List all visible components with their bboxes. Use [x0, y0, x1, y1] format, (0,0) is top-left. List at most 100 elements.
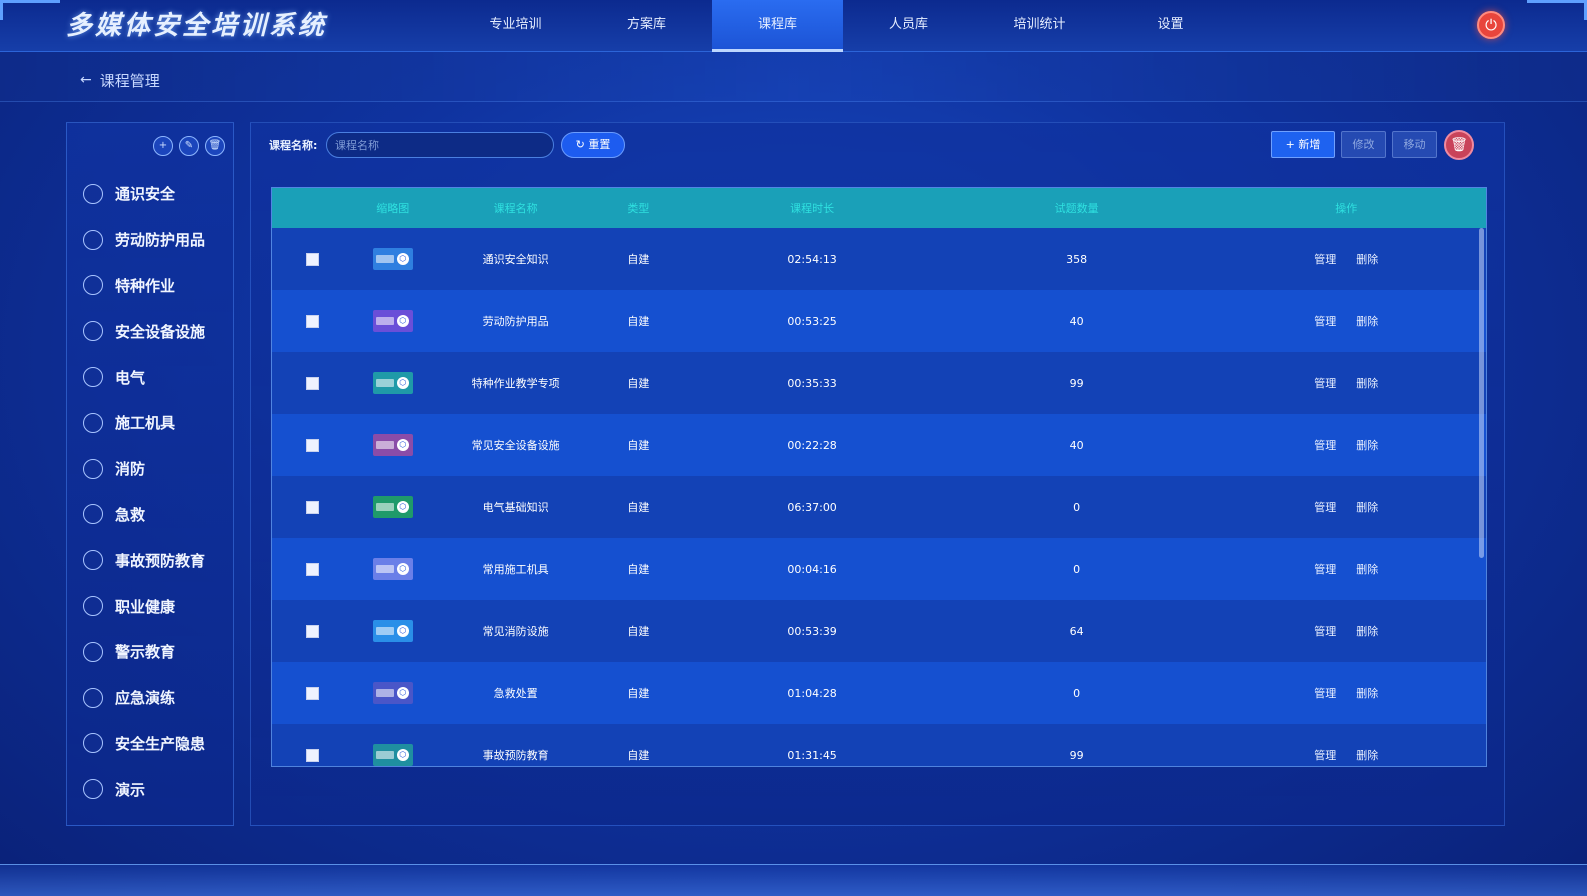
delete-link[interactable]: 删除: [1356, 499, 1378, 515]
shield-icon: ⬡: [396, 749, 409, 761]
course-duration: 02:54:13: [787, 252, 837, 266]
manage-link[interactable]: 管理: [1314, 685, 1336, 701]
tab-settings[interactable]: 设置: [1105, 0, 1236, 52]
delete-category-icon[interactable]: 🗑: [205, 136, 225, 156]
row-checkbox[interactable]: [306, 314, 320, 328]
table-scrollbar[interactable]: [1479, 228, 1484, 558]
header-corner-left: [0, 0, 60, 20]
category-list: 通识安全 劳动防护用品 特种作业 安全设备设施 电气 施工机具 消防 急救 事故…: [83, 171, 205, 812]
radio-button[interactable]: [83, 550, 103, 571]
category-item[interactable]: 应急演练: [83, 675, 205, 721]
manage-link[interactable]: 管理: [1314, 747, 1336, 763]
radio-button[interactable]: [83, 275, 103, 296]
manage-link[interactable]: 管理: [1314, 561, 1336, 577]
manage-link[interactable]: 管理: [1314, 251, 1336, 267]
manage-link[interactable]: 管理: [1314, 313, 1336, 329]
radio-button[interactable]: [83, 367, 103, 388]
manage-link[interactable]: 管理: [1314, 375, 1336, 391]
row-checkbox[interactable]: [306, 562, 320, 576]
manage-link[interactable]: 管理: [1314, 499, 1336, 515]
row-select: [272, 438, 354, 452]
radio-button[interactable]: [83, 733, 103, 754]
delete-link[interactable]: 删除: [1356, 437, 1378, 453]
bottom-frame: [0, 864, 1587, 896]
add-course-button[interactable]: + 新增: [1271, 131, 1335, 158]
delete-link[interactable]: 删除: [1356, 561, 1378, 577]
tab-plan-library[interactable]: 方案库: [581, 0, 712, 52]
page-title: 课程管理: [99, 71, 160, 90]
category-item[interactable]: 事故预防教育: [83, 537, 205, 583]
course-thumbnail: ⬡: [372, 310, 413, 332]
radio-button[interactable]: [83, 641, 103, 662]
row-checkbox[interactable]: [306, 624, 320, 638]
category-item[interactable]: 急救: [83, 492, 205, 538]
radio-button[interactable]: [83, 504, 103, 525]
category-item[interactable]: 警示教育: [83, 629, 205, 675]
radio-button[interactable]: [83, 183, 103, 204]
course-name: 常见安全设备设施: [471, 439, 560, 452]
row-actions: 管理 删除: [1206, 747, 1486, 763]
shield-icon: ⬡: [396, 315, 409, 327]
delete-link[interactable]: 删除: [1356, 313, 1378, 329]
radio-button[interactable]: [83, 229, 103, 250]
tab-personnel-library[interactable]: 人员库: [843, 0, 974, 52]
edit-course-button[interactable]: 修改: [1341, 131, 1386, 158]
category-item[interactable]: 安全生产隐患: [83, 721, 205, 767]
category-item[interactable]: 演示: [83, 766, 205, 812]
header-type: 类型: [627, 202, 650, 215]
row-checkbox[interactable]: [306, 438, 320, 452]
header-ops: 操作: [1335, 202, 1358, 215]
category-item[interactable]: 安全设备设施: [83, 308, 205, 354]
search-input[interactable]: [326, 132, 554, 158]
thumbnail-text: [375, 317, 394, 325]
course-name: 常用施工机具: [482, 563, 549, 576]
course-name: 急救处置: [493, 687, 538, 700]
category-item[interactable]: 特种作业: [83, 263, 205, 309]
thumbnail-text: [375, 379, 394, 387]
trash-icon[interactable]: 🗑: [1444, 130, 1474, 160]
radio-button[interactable]: [83, 687, 103, 708]
row-checkbox[interactable]: [306, 252, 320, 266]
tab-professional-training[interactable]: 专业培训: [450, 0, 581, 52]
radio-button[interactable]: [83, 458, 103, 479]
radio-button[interactable]: [83, 412, 103, 433]
back-arrow-icon[interactable]: ←: [80, 72, 92, 88]
category-item[interactable]: 消防: [83, 446, 205, 492]
manage-link[interactable]: 管理: [1314, 623, 1336, 639]
reset-button[interactable]: ↻ 重置: [561, 132, 625, 158]
edit-category-icon[interactable]: ✎: [179, 136, 199, 156]
category-item[interactable]: 施工机具: [83, 400, 205, 446]
category-item[interactable]: 职业健康: [83, 583, 205, 629]
tab-course-library[interactable]: 课程库: [712, 0, 843, 52]
category-label: 电气: [115, 368, 146, 387]
row-checkbox[interactable]: [306, 748, 320, 762]
category-item[interactable]: 劳动防护用品: [83, 217, 205, 263]
move-course-button[interactable]: 移动: [1392, 131, 1437, 158]
category-item[interactable]: 电气: [83, 354, 205, 400]
course-duration: 00:22:28: [787, 438, 837, 452]
course-thumbnail: ⬡: [372, 372, 413, 394]
delete-link[interactable]: 删除: [1356, 747, 1378, 763]
add-category-icon[interactable]: +: [153, 136, 173, 156]
row-checkbox[interactable]: [306, 376, 320, 390]
power-icon[interactable]: ⏻: [1477, 11, 1505, 39]
radio-button[interactable]: [83, 596, 103, 617]
row-checkbox[interactable]: [306, 500, 320, 514]
course-name: 常见消防设施: [482, 625, 549, 638]
radio-button[interactable]: [83, 321, 103, 342]
category-item[interactable]: 通识安全: [83, 171, 205, 217]
row-select: [272, 562, 354, 576]
delete-link[interactable]: 删除: [1356, 685, 1378, 701]
manage-link[interactable]: 管理: [1314, 437, 1336, 453]
tab-training-stats[interactable]: 培训统计: [974, 0, 1105, 52]
row-select: [272, 686, 354, 700]
delete-link[interactable]: 删除: [1356, 375, 1378, 391]
delete-link[interactable]: 删除: [1356, 623, 1378, 639]
radio-button[interactable]: [83, 779, 103, 800]
header-count: 试题数量: [1054, 202, 1099, 215]
row-checkbox[interactable]: [306, 686, 320, 700]
shield-icon: ⬡: [396, 687, 409, 699]
thumbnail-text: [375, 441, 394, 449]
course-thumbnail: ⬡: [372, 744, 413, 766]
delete-link[interactable]: 删除: [1356, 251, 1378, 267]
